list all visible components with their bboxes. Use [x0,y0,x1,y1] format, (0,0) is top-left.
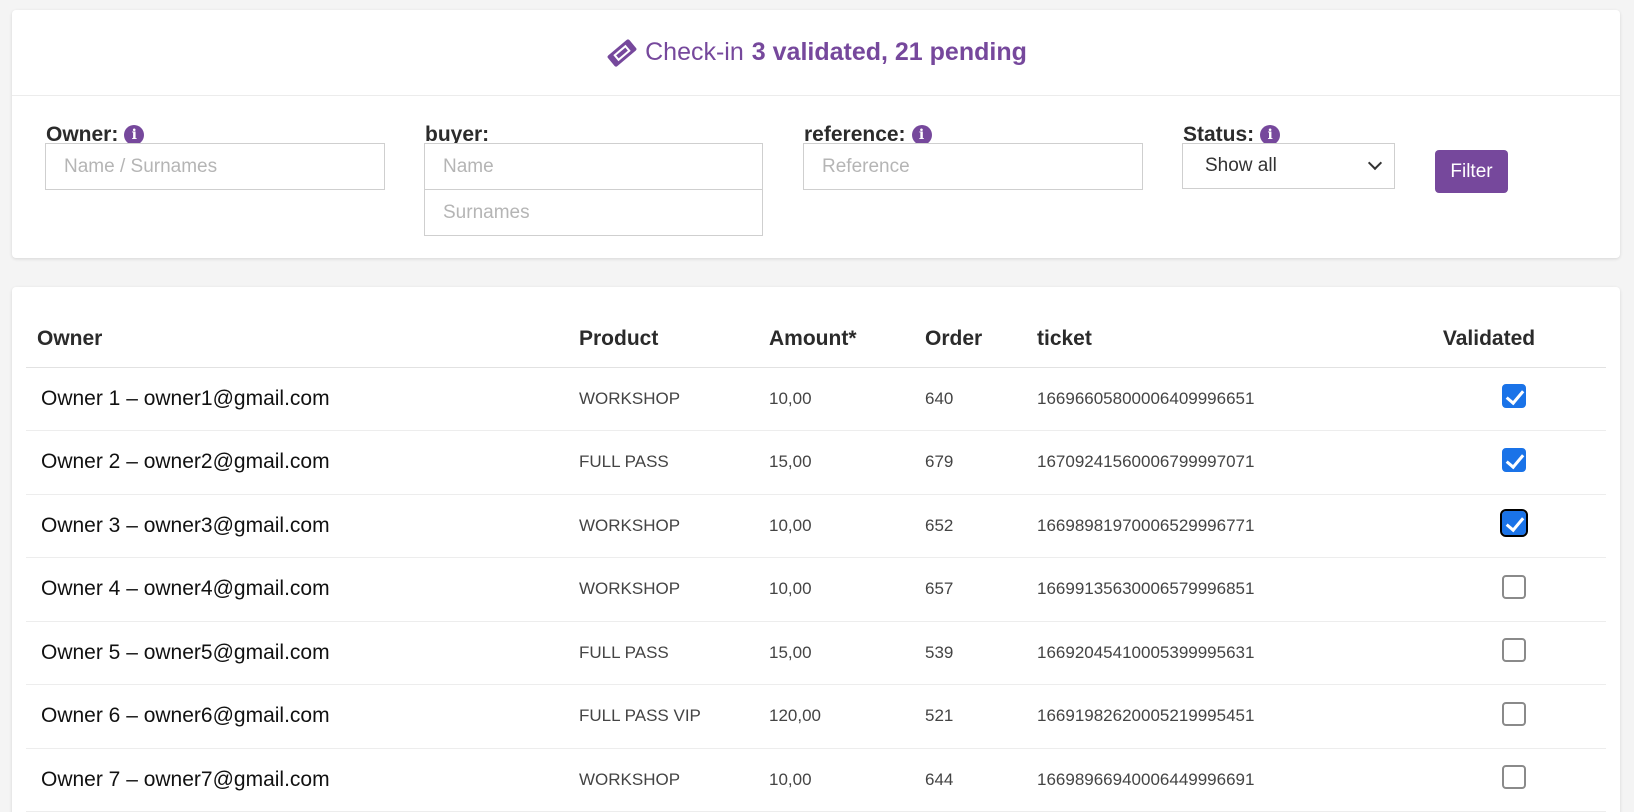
amount-cell: 10,00 [769,494,925,558]
owner-search-input[interactable] [45,143,385,190]
table-row: Owner 1 – owner1@gmail.com WORKSHOP 10,00 6… [26,367,1606,431]
owner-cell: Owner 4 – owner4@gmail.com [26,557,579,622]
checkin-header: Check-in 3 validated, 21 pending [12,10,1620,96]
status-selected-value: Show all [1205,155,1277,176]
amount-cell: 10,00 [769,557,925,622]
ticket-cell: 16698966940006449996691 [1037,748,1372,812]
order-cell: 539 [925,621,1037,685]
product-cell: WORKSHOP [579,367,769,431]
owner-cell: Owner 3 – owner3@gmail.com [26,494,579,558]
order-cell: 640 [925,367,1037,431]
filter-button[interactable]: Filter [1435,150,1508,193]
validated-cell [1372,557,1606,622]
table-row: Owner 4 – owner4@gmail.com WORKSHOP 10,00 6… [26,557,1606,622]
product-cell: WORKSHOP [579,748,769,812]
table-row: Owner 2 – owner2@gmail.com FULL PASS 15,00… [26,430,1606,495]
product-cell: FULL PASS [579,430,769,495]
order-cell: 644 [925,748,1037,812]
ticket-cell: 16691982620005219995451 [1037,684,1372,749]
product-cell: FULL PASS [579,621,769,685]
column-header-ticket[interactable]: ticket [1037,311,1372,368]
validated-checkbox[interactable] [1502,638,1526,663]
table-row: Owner 3 – owner3@gmail.com WORKSHOP 10,00 6… [26,494,1606,558]
column-header-owner[interactable]: Owner [26,311,579,368]
validated-checkbox[interactable] [1502,447,1526,472]
table-row: Owner 6 – owner6@gmail.com FULL PASS VIP 1… [26,684,1606,749]
ticket-cell: 16709241560006799997071 [1037,430,1372,495]
ticket-cell: 16696605800006409996651 [1037,367,1372,431]
status-select[interactable]: Show all [1182,143,1395,189]
amount-cell: 10,00 [769,367,925,431]
validated-checkbox[interactable] [1500,509,1528,538]
ticket-cell: 16699135630006579996851 [1037,557,1372,622]
table-header-row: Owner Product Amount* Order ticket Valid… [26,311,1606,368]
validated-cell [1372,430,1606,495]
amount-cell: 10,00 [769,748,925,812]
validated-cell [1372,684,1606,749]
column-header-product[interactable]: Product [579,311,769,368]
reference-input[interactable] [803,143,1143,190]
validated-checkbox[interactable] [1502,765,1526,790]
checkin-title: Check-in [645,38,744,66]
validated-cell [1372,621,1606,685]
order-cell: 521 [925,684,1037,749]
validated-cell [1372,494,1606,558]
buyer-name-input[interactable] [424,143,763,190]
product-cell: FULL PASS VIP [579,684,769,749]
product-cell: WORKSHOP [579,557,769,622]
ticket-cell: 16692045410005399995631 [1037,621,1372,685]
checkin-summary: 3 validated, 21 pending [751,38,1027,66]
chevron-down-icon [1367,155,1383,171]
table-row: Owner 5 – owner5@gmail.com FULL PASS 15,00… [26,621,1606,685]
order-cell: 652 [925,494,1037,558]
filter-panel: Check-in 3 validated, 21 pending Owner: … [12,10,1620,258]
info-icon[interactable]: i [1260,125,1281,145]
validated-cell [1372,367,1606,431]
owner-cell: Owner 5 – owner5@gmail.com [26,621,579,685]
owner-cell: Owner 1 – owner1@gmail.com [26,367,579,431]
validated-cell [1372,748,1606,812]
tickets-table: Owner Product Amount* Order ticket Valid… [26,311,1606,812]
column-header-order[interactable]: Order [925,311,1037,368]
buyer-surnames-input[interactable] [424,189,763,236]
owner-cell: Owner 2 – owner2@gmail.com [26,430,579,495]
validated-checkbox[interactable] [1502,384,1526,409]
order-cell: 679 [925,430,1037,495]
ticket-cell: 16698981970006529996771 [1037,494,1372,558]
product-cell: WORKSHOP [579,494,769,558]
owner-cell: Owner 7 – owner7@gmail.com [26,748,579,812]
validated-checkbox[interactable] [1502,574,1526,599]
column-header-amount[interactable]: Amount* [769,311,925,368]
table-row: Owner 7 – owner7@gmail.com WORKSHOP 10,00 6… [26,748,1606,812]
amount-cell: 120,00 [769,684,925,749]
amount-cell: 15,00 [769,621,925,685]
order-cell: 657 [925,557,1037,622]
ticket-icon [607,38,637,67]
owner-cell: Owner 6 – owner6@gmail.com [26,684,579,749]
validated-checkbox[interactable] [1502,701,1526,726]
column-header-validated[interactable]: Validated [1372,311,1606,368]
info-icon[interactable]: i [124,125,145,145]
tickets-table-panel: Owner Product Amount* Order ticket Valid… [12,287,1620,812]
amount-cell: 15,00 [769,430,925,495]
info-icon[interactable]: i [911,125,932,145]
